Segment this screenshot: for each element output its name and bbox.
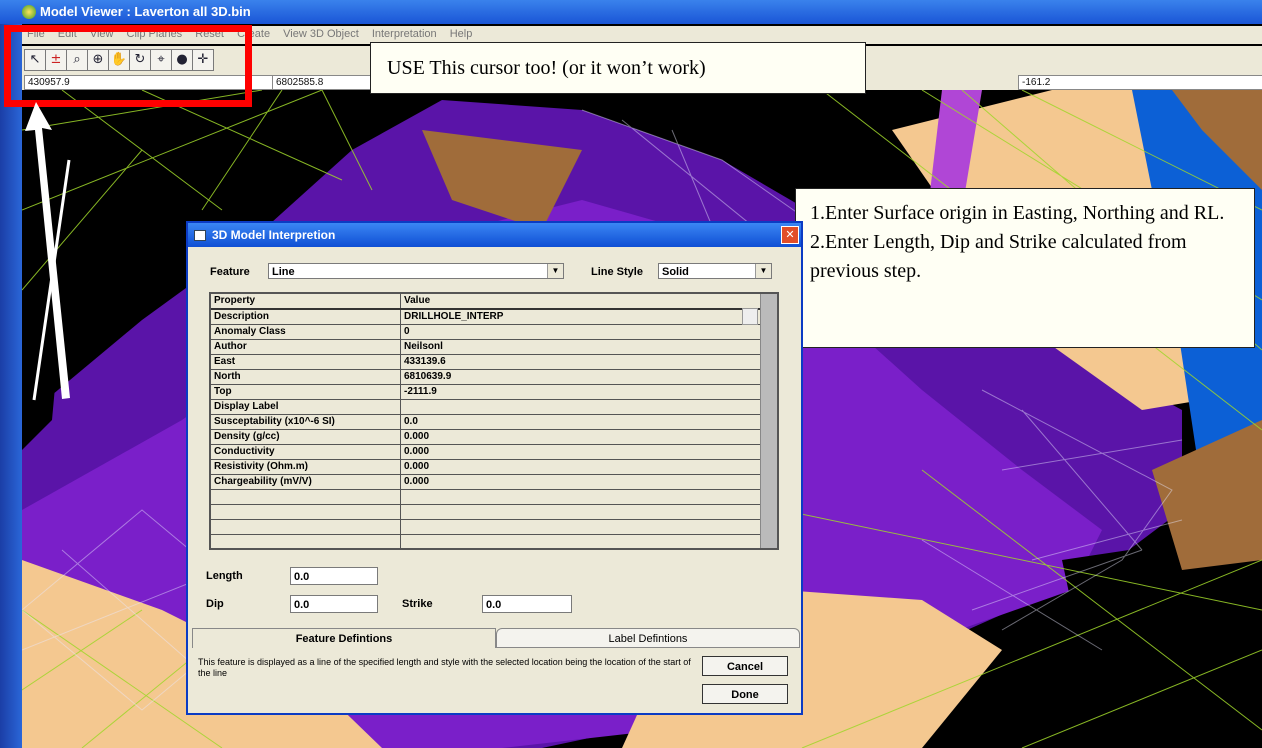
dialog-icon [194,230,206,241]
dialog-title: 3D Model Interpretion [212,228,336,242]
feature-description: This feature is displayed as a line of t… [198,657,691,678]
table-row[interactable]: Conductivity 0.000 [211,444,761,460]
property-name: Anomaly Class [211,324,401,340]
property-value[interactable]: DRILLHOLE_INTERP [400,309,761,325]
property-name [211,534,401,550]
property-name: Resistivity (Ohm.m) [211,459,401,475]
length-label: Length [206,570,243,582]
column-header-value: Value [400,294,761,310]
line-style-select[interactable]: Solid ▼ [658,263,772,279]
close-icon[interactable]: ✕ [781,226,799,244]
table-row[interactable] [211,504,761,520]
table-row[interactable]: Susceptability (x10^-6 SI) 0.0 [211,414,761,430]
property-name: Author [211,339,401,355]
table-row[interactable]: Top -2111.9 [211,384,761,400]
property-grid[interactable]: Property Value Description DRILLHOLE_INTE… [209,292,779,550]
table-row[interactable]: Chargeability (mV/V) 0.000 [211,474,761,490]
cell-spinner[interactable] [742,308,758,325]
instruction-2: 2.Enter Length, Dip and Strike calculate… [810,231,1187,282]
tab-label-definitions[interactable]: Label Defintions [496,628,800,648]
dip-input[interactable]: 0.0 [290,595,378,613]
table-row[interactable]: Density (g/cc) 0.000 [211,429,761,445]
property-table: Property Value Description DRILLHOLE_INTE… [211,294,761,550]
property-name: Top [211,384,401,400]
feature-select[interactable]: Line ▼ [268,263,564,279]
table-row[interactable] [211,534,761,550]
table-row[interactable]: Display Label [211,399,761,415]
column-header-property: Property [211,294,401,310]
table-row[interactable] [211,489,761,505]
instructions-note: 1.Enter Surface origin in Easting, North… [795,188,1255,348]
tab-feature-definitions[interactable]: Feature Defintions [192,628,496,648]
strike-input[interactable]: 0.0 [482,595,572,613]
property-value[interactable]: Neilsonl [400,339,761,355]
cursor-note: USE This cursor too! (or it won’t work) [370,42,866,94]
table-row[interactable]: Description DRILLHOLE_INTERP [211,309,761,325]
property-name [211,504,401,520]
property-value[interactable] [400,519,761,535]
pointer-arrow [25,102,70,399]
property-name: East [211,354,401,370]
table-row[interactable]: Author Neilsonl [211,339,761,355]
grid-scrollbar[interactable] [760,294,777,548]
property-value[interactable]: 0.000 [400,444,761,460]
property-name: Conductivity [211,444,401,460]
dip-label: Dip [206,598,224,610]
chevron-down-icon: ▼ [755,264,771,278]
done-button[interactable]: Done [702,684,788,704]
property-name: Chargeability (mV/V) [211,474,401,490]
cancel-button[interactable]: Cancel [702,656,788,676]
property-value[interactable]: 0.000 [400,459,761,475]
property-value[interactable] [400,534,761,550]
line-style-value: Solid [662,266,689,278]
property-value[interactable]: 0.000 [400,429,761,445]
length-input[interactable]: 0.0 [290,567,378,585]
property-value[interactable]: 433139.6 [400,354,761,370]
feature-label: Feature [210,266,250,278]
table-row[interactable] [211,519,761,535]
property-name: Susceptability (x10^-6 SI) [211,414,401,430]
table-row[interactable]: Resistivity (Ohm.m) 0.000 [211,459,761,475]
property-name: Description [211,309,401,325]
property-value[interactable]: 0.000 [400,474,761,490]
property-value[interactable] [400,504,761,520]
interpretation-dialog: 3D Model Interpretion ✕ Feature Line ▼ L… [186,221,803,715]
property-value[interactable]: 0 [400,324,761,340]
property-name [211,489,401,505]
property-name: Density (g/cc) [211,429,401,445]
table-row[interactable]: North 6810639.9 [211,369,761,385]
chevron-down-icon: ▼ [547,264,563,278]
property-name: North [211,369,401,385]
table-row[interactable]: East 433139.6 [211,354,761,370]
property-name [211,519,401,535]
strike-label: Strike [402,598,433,610]
property-value[interactable]: -2111.9 [400,384,761,400]
table-row[interactable]: Anomaly Class 0 [211,324,761,340]
dialog-titlebar: 3D Model Interpretion [188,223,801,247]
property-value[interactable] [400,399,761,415]
line-style-label: Line Style [591,266,643,278]
instruction-1: 1.Enter Surface origin in Easting, North… [810,202,1225,224]
property-name: Display Label [211,399,401,415]
property-value[interactable]: 0.0 [400,414,761,430]
property-value[interactable] [400,489,761,505]
feature-value: Line [272,266,295,278]
property-value[interactable]: 6810639.9 [400,369,761,385]
table-header: Property Value [211,294,761,310]
